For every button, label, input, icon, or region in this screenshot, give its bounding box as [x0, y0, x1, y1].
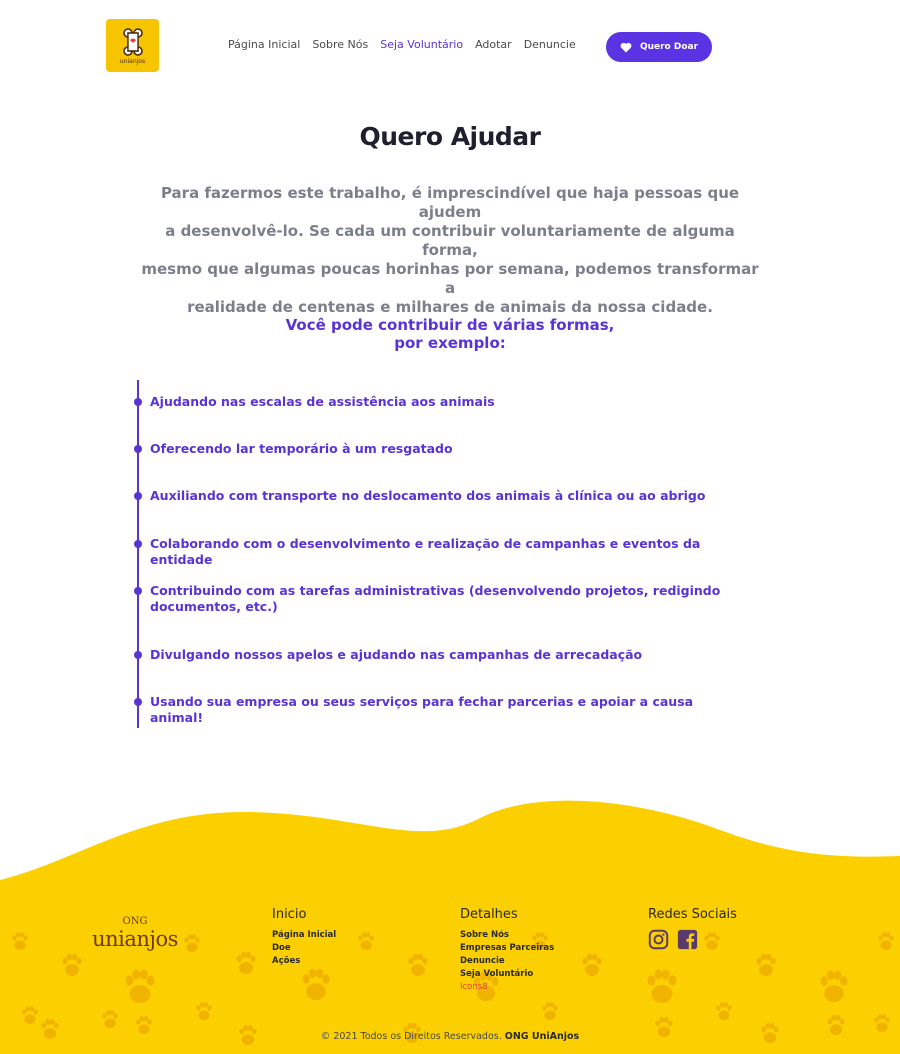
- footer-col-title: Inicio: [272, 907, 307, 922]
- list-item: Ajudando nas escalas de assistência aos …: [150, 394, 495, 409]
- footer-col-title: Detalhes: [460, 907, 518, 922]
- list-item: Divulgando nossos apelos e ajudando nas …: [150, 647, 643, 662]
- site-logo[interactable]: unianjos: [106, 19, 159, 72]
- page-title: Quero Ajudar: [359, 122, 541, 151]
- footer-logo-brand: unianjos: [92, 927, 178, 951]
- footer-link-doe[interactable]: Doe: [272, 942, 336, 955]
- footer-link-sobre-nos[interactable]: Sobre Nós: [460, 929, 554, 942]
- intro-paragraph: Para fazermos este trabalho, é imprescin…: [138, 184, 762, 317]
- subtitle-line: por exemplo:: [394, 334, 506, 352]
- timeline-dot: [134, 492, 142, 500]
- intro-line: Para fazermos este trabalho, é imprescin…: [160, 184, 740, 221]
- main-nav: Página Inicial Sobre Nós Seja Voluntário…: [228, 38, 588, 51]
- timeline-dot: [134, 445, 142, 453]
- footer-link-denuncie[interactable]: Denuncie: [460, 955, 554, 968]
- timeline-dot: [134, 651, 142, 659]
- timeline-dot: [134, 698, 142, 706]
- facebook-icon[interactable]: [677, 929, 698, 950]
- footer-link-icons8[interactable]: Icons8: [460, 981, 554, 994]
- footer-col-redes-sociais: Redes Sociais: [648, 907, 737, 950]
- footer-logo[interactable]: ONG unianjos: [88, 916, 182, 951]
- donate-button[interactable]: Quero Doar: [606, 32, 712, 62]
- instagram-icon[interactable]: [648, 929, 669, 950]
- nav-denuncie[interactable]: Denuncie: [524, 38, 576, 51]
- footer-link-acoes[interactable]: Ações: [272, 955, 336, 968]
- timeline-dot: [134, 587, 142, 595]
- list-item: Usando sua empresa ou seus serviços para…: [150, 694, 694, 725]
- logo-text: unianjos: [119, 57, 146, 65]
- nav-adotar[interactable]: Adotar: [475, 38, 512, 51]
- bone-logo-icon: [122, 27, 143, 56]
- site-header: unianjos Página Inicial Sobre Nós Seja V…: [0, 0, 900, 92]
- intro-line: a desenvolvê-lo. Se cada um contribuir v…: [165, 222, 735, 259]
- footer-col-inicio: Inicio Página Inicial Doe Ações: [272, 907, 336, 968]
- subtitle-line: Você pode contribuir de várias formas,: [285, 316, 615, 334]
- footer-logo-small: ONG: [122, 916, 148, 927]
- footer-col-detalhes: Detalhes Sobre Nós Empresas Parceiras De…: [460, 907, 554, 994]
- nav-seja-voluntario[interactable]: Seja Voluntário: [380, 38, 463, 51]
- footer-col-title: Redes Sociais: [648, 907, 737, 922]
- nav-sobre-nos[interactable]: Sobre Nós: [312, 38, 368, 51]
- list-item: Auxiliando com transporte no deslocament…: [150, 488, 706, 503]
- timeline-dot: [134, 540, 142, 548]
- timeline-line: [137, 380, 139, 728]
- copyright: © 2021 Todos os Direitos Reservados. ONG…: [0, 1031, 900, 1042]
- social-links: [648, 929, 737, 950]
- section-subtitle: Você pode contribuir de várias formas, p…: [250, 316, 650, 352]
- heart-icon: [620, 42, 632, 52]
- timeline-dot: [134, 398, 142, 406]
- copyright-brand: ONG UniAnjos: [504, 1031, 580, 1042]
- list-item: Contribuindo com as tarefas administrati…: [150, 583, 721, 614]
- footer-link-pagina-inicial[interactable]: Página Inicial: [272, 929, 336, 942]
- footer-link-seja-voluntario[interactable]: Seja Voluntário: [460, 968, 554, 981]
- list-item: Oferecendo lar temporário à um resgatado: [150, 441, 453, 456]
- donate-label: Quero Doar: [639, 42, 699, 52]
- intro-line: realidade de centenas e milhares de anim…: [187, 298, 713, 316]
- list-item: Colaborando com o desenvolvimento e real…: [150, 536, 701, 567]
- intro-line: mesmo que algumas poucas horinhas por se…: [141, 260, 759, 297]
- nav-pagina-inicial[interactable]: Página Inicial: [228, 38, 300, 51]
- copyright-text: © 2021 Todos os Direitos Reservados.: [320, 1031, 502, 1042]
- footer-link-empresas-parceiras[interactable]: Empresas Parceiras: [460, 942, 554, 955]
